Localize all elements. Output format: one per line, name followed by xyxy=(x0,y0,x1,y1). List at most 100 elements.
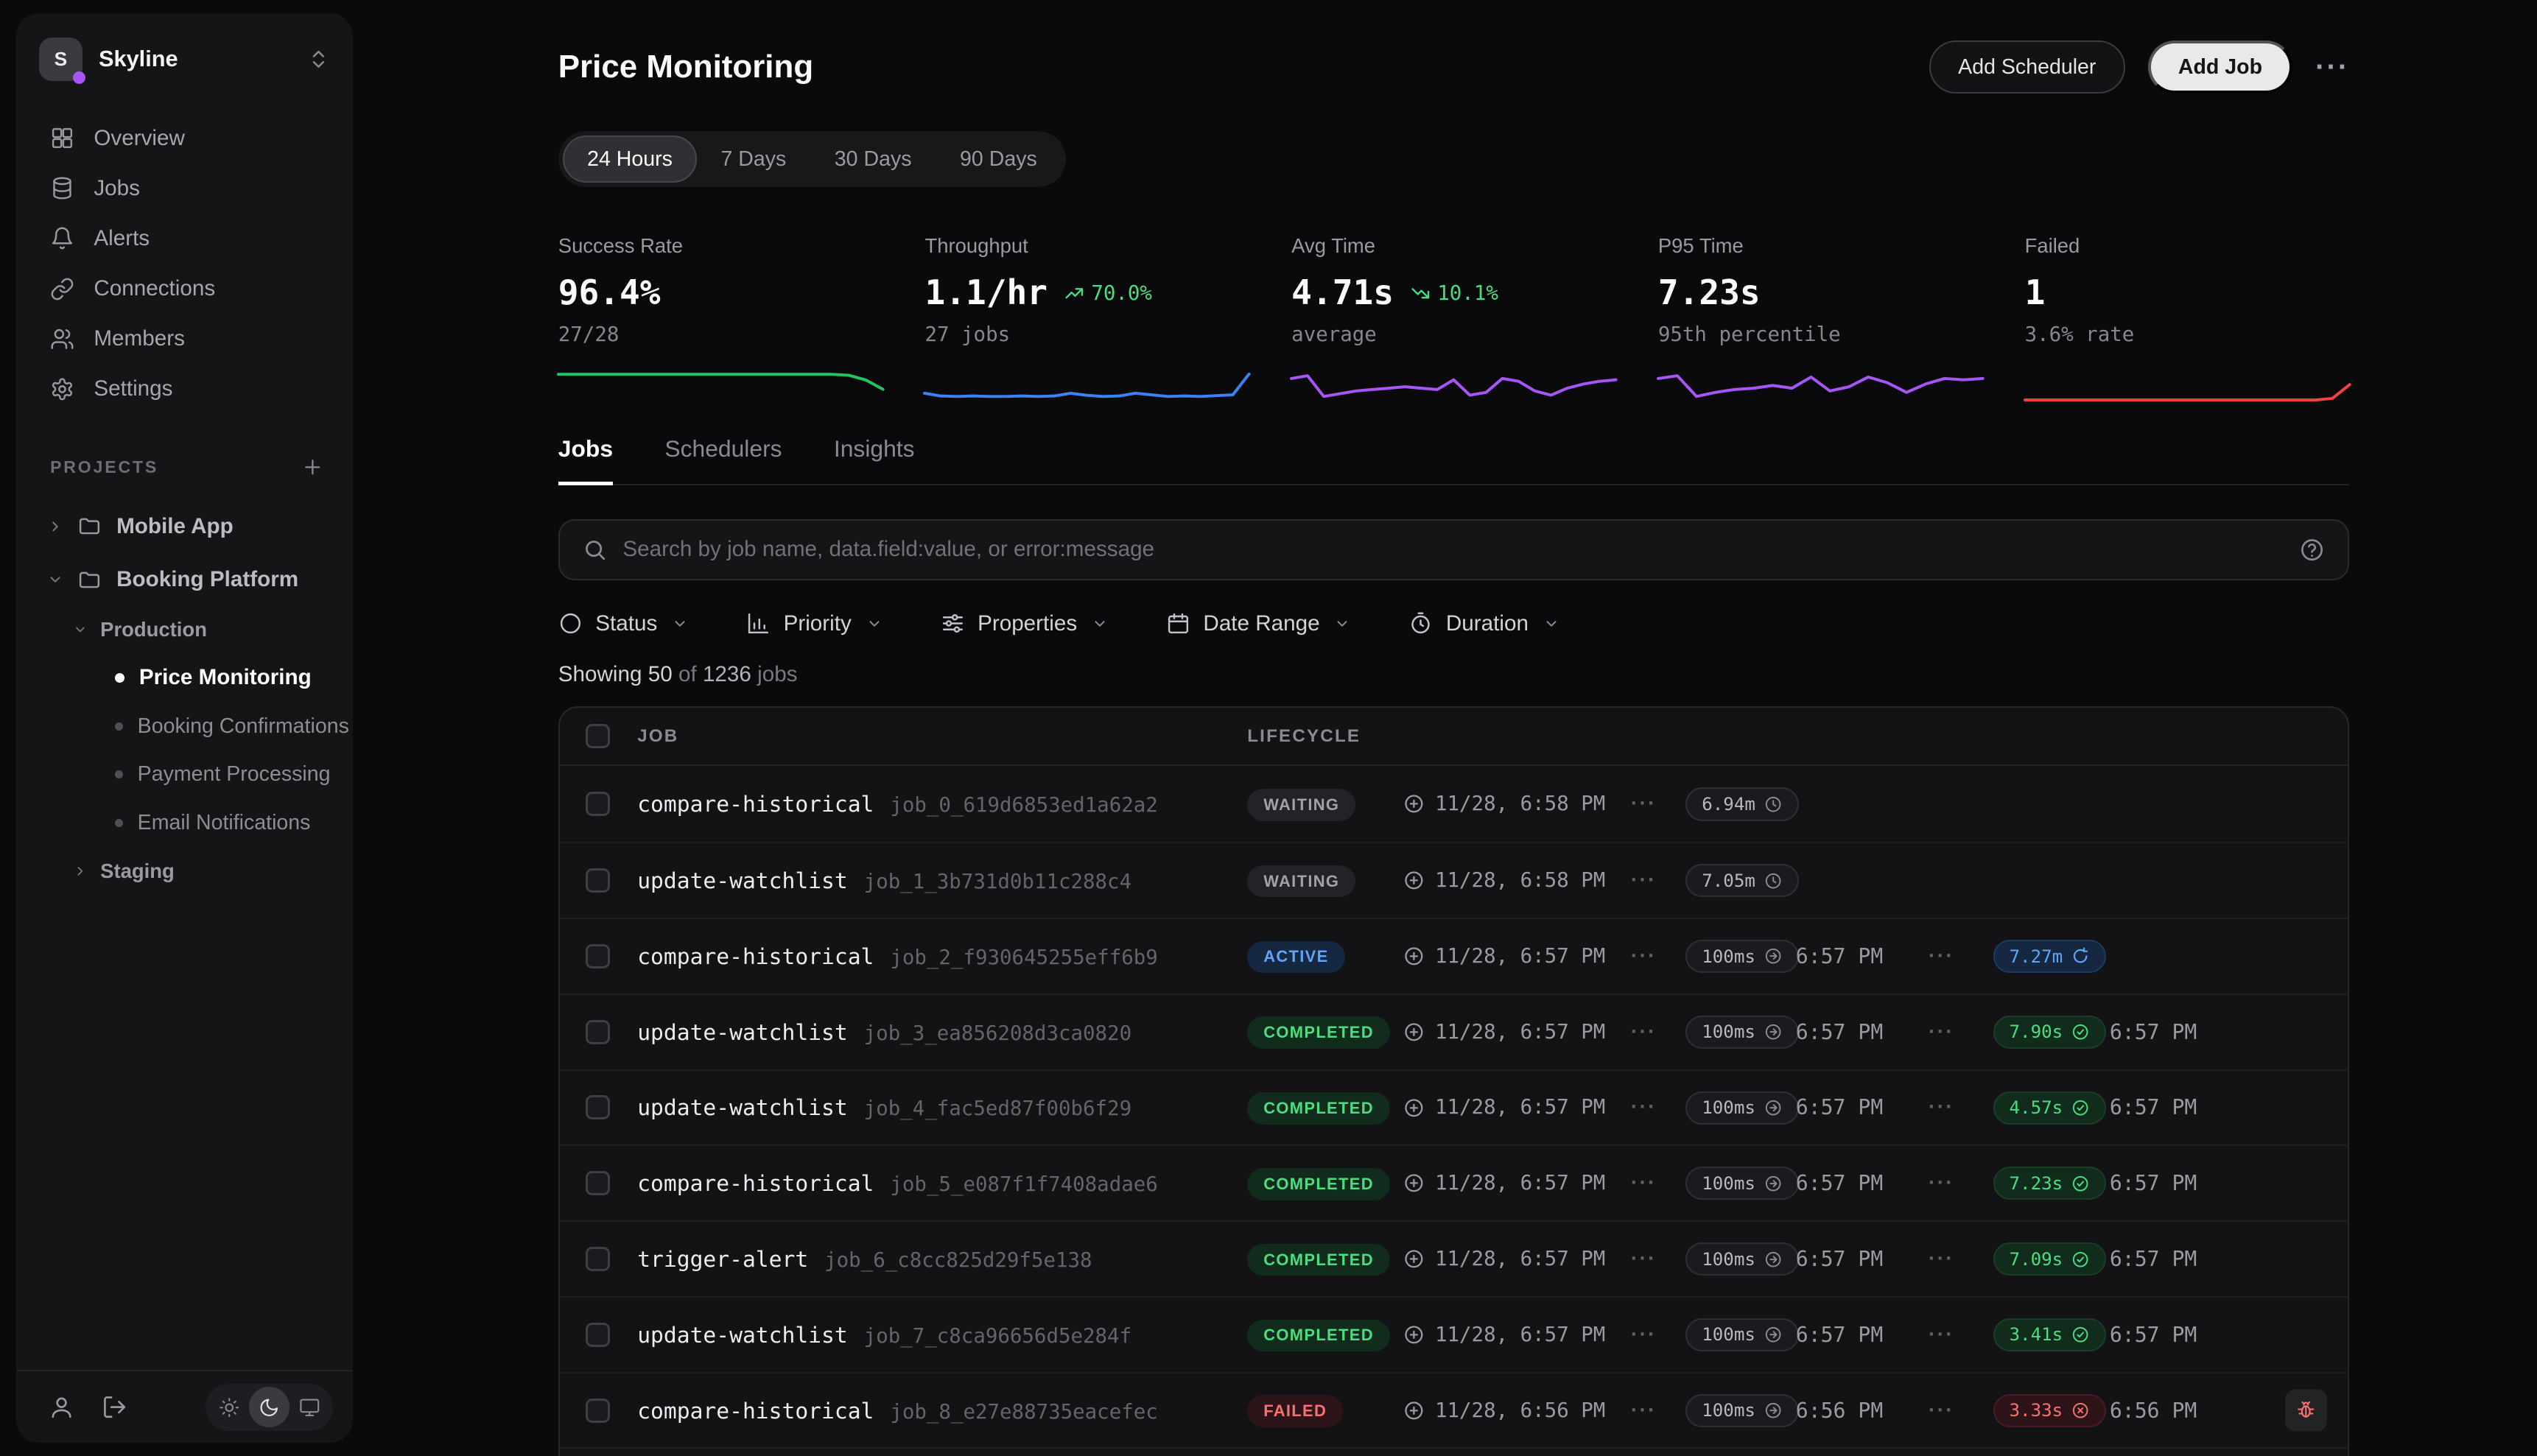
row-checkbox[interactable] xyxy=(586,1171,610,1195)
row-checkbox[interactable] xyxy=(586,1020,610,1044)
row-checkbox[interactable] xyxy=(586,868,610,893)
more-menu-button[interactable]: ··· xyxy=(2315,51,2349,84)
add-project-icon[interactable] xyxy=(301,456,324,479)
row-checkbox[interactable] xyxy=(586,1323,610,1347)
metric-label: Success Rate xyxy=(558,234,883,258)
job-cell: compare-historical job_0_619d6853ed1a62a… xyxy=(637,791,1247,817)
chevron-down-icon xyxy=(1334,616,1350,632)
env-staging[interactable]: Staging xyxy=(16,848,353,895)
run-duration: 3.41s xyxy=(2009,1324,2063,1345)
help-icon[interactable] xyxy=(2299,537,2325,563)
trend-value: 70.0% xyxy=(1091,282,1152,305)
table-row[interactable]: compare-historical job_5_e087f1f7408adae… xyxy=(560,1144,2348,1220)
filter-properties[interactable]: Properties xyxy=(941,611,1108,636)
row-checkbox[interactable] xyxy=(586,792,610,816)
range-24-hours[interactable]: 24 Hours xyxy=(563,136,696,182)
filter-label: Duration xyxy=(1446,611,1529,636)
workspace-switcher[interactable]: S Skyline xyxy=(16,13,353,94)
add-job-button[interactable]: Add Job xyxy=(2148,41,2293,94)
range-90-days[interactable]: 90 Days xyxy=(936,136,1061,182)
job-cell: compare-historical job_2_f930645255eff6b… xyxy=(637,943,1247,969)
check-circle-icon xyxy=(2071,1174,2090,1193)
row-checkbox[interactable] xyxy=(586,1399,610,1423)
row-checkbox[interactable] xyxy=(586,1095,610,1119)
system-theme-button[interactable] xyxy=(290,1387,330,1427)
bug-icon[interactable] xyxy=(2285,1389,2327,1431)
queue-duration-pill: 100ms xyxy=(1685,1091,1799,1125)
job-cell: compare-historical job_8_e27e88735eacefe… xyxy=(637,1398,1247,1424)
summary-of: of xyxy=(678,662,697,686)
sidebar-item-price-monitoring[interactable]: Price Monitoring xyxy=(16,653,353,702)
table-row[interactable]: update-watchlist job_7_c8ca96656d5e284f … xyxy=(560,1296,2348,1372)
tab-insights[interactable]: Insights xyxy=(834,435,915,484)
add-scheduler-button[interactable]: Add Scheduler xyxy=(1929,41,2125,94)
folder-icon xyxy=(77,514,102,538)
created-time: 11/28, 6:57 PM xyxy=(1435,1021,1605,1044)
sidebar-item-email-notifications[interactable]: Email Notifications xyxy=(16,799,353,848)
sidebar-item-jobs[interactable]: Jobs xyxy=(16,163,353,214)
range-7-days[interactable]: 7 Days xyxy=(697,136,810,182)
filter-status[interactable]: Status xyxy=(558,611,688,636)
job-cell: trigger-alert job_6_c8cc825d29f5e138 xyxy=(637,1246,1247,1272)
job-id: job_1_3b731d0b11c288c4 xyxy=(864,871,1131,893)
table-row[interactable]: compare-historical job_8_e27e88735eacefe… xyxy=(560,1372,2348,1448)
created-at: 11/28, 6:57 PM xyxy=(1403,1021,1631,1044)
finished-time: 6:57 PM xyxy=(2110,1095,2348,1119)
lifecycle-ellipsis: ··· xyxy=(1631,1095,1686,1119)
metric-avg-time: Avg Time 4.71s 10.1% average xyxy=(1291,234,1616,403)
plus-circle-icon xyxy=(1403,1097,1425,1119)
job-name: compare-historical xyxy=(637,1170,874,1196)
table-row[interactable]: trigger-alert job_6_c8cc825d29f5e138 COM… xyxy=(560,1220,2348,1296)
content-tabs: Jobs Schedulers Insights xyxy=(558,435,2349,485)
sidebar-item-booking-confirmations[interactable]: Booking Confirmations xyxy=(16,702,353,750)
sliders-icon xyxy=(941,611,965,636)
project-mobile-app[interactable]: Mobile App xyxy=(16,500,353,553)
queue-duration: 100ms xyxy=(1702,946,1755,967)
row-checkbox[interactable] xyxy=(586,944,610,968)
lifecycle-cell: COMPLETED 11/28, 6:57 PM ··· 100ms 6:57 … xyxy=(1247,1091,2348,1125)
column-header-lifecycle: LIFECYCLE xyxy=(1247,726,2348,747)
lifecycle-ellipsis: ··· xyxy=(1929,1323,1993,1347)
run-duration: 3.33s xyxy=(2009,1400,2063,1421)
job-id: job_6_c8cc825d29f5e138 xyxy=(824,1249,1092,1272)
tab-jobs[interactable]: Jobs xyxy=(558,435,613,484)
table-row[interactable]: update-watchlist job_4_fac5ed87f00b6f29 … xyxy=(560,1069,2348,1145)
light-theme-button[interactable] xyxy=(208,1387,249,1427)
table-row[interactable]: compare-historical job_2_f930645255eff6b… xyxy=(560,918,2348,993)
range-30-days[interactable]: 30 Days xyxy=(810,136,936,182)
filter-duration[interactable]: Duration xyxy=(1408,611,1559,636)
finished-time: 6:57 PM xyxy=(2110,1247,2348,1271)
filter-date-range[interactable]: Date Range xyxy=(1166,611,1350,636)
env-production[interactable]: Production xyxy=(16,607,353,654)
table-row[interactable]: update-watchlist job_3_ea856208d3ca0820 … xyxy=(560,993,2348,1069)
row-checkbox[interactable] xyxy=(586,1247,610,1271)
users-icon xyxy=(50,327,74,351)
job-cell: update-watchlist job_3_ea856208d3ca0820 xyxy=(637,1019,1247,1045)
logout-icon[interactable] xyxy=(102,1394,127,1420)
sidebar-item-settings[interactable]: Settings xyxy=(16,364,353,414)
trend-badge: 70.0% xyxy=(1064,282,1152,305)
chevron-right-icon xyxy=(47,518,63,535)
select-all-checkbox[interactable] xyxy=(586,724,610,748)
sidebar-item-overview[interactable]: Overview xyxy=(16,113,353,163)
filter-priority[interactable]: Priority xyxy=(746,611,882,636)
status-badge: WAITING xyxy=(1247,789,1355,821)
table-row[interactable]: check-price job_909_6880c54b84486783 COM… xyxy=(560,1447,2348,1455)
summary-count: 50 xyxy=(648,662,673,686)
lifecycle-ellipsis: ··· xyxy=(1631,1323,1686,1347)
search-input[interactable] xyxy=(622,537,2299,562)
queue-duration: 100ms xyxy=(1702,1097,1755,1118)
table-row[interactable]: compare-historical job_0_619d6853ed1a62a… xyxy=(560,766,2348,842)
dark-theme-button[interactable] xyxy=(249,1387,290,1427)
check-circle-icon xyxy=(2071,1022,2090,1041)
tab-schedulers[interactable]: Schedulers xyxy=(664,435,782,484)
sidebar-item-payment-processing[interactable]: Payment Processing xyxy=(16,750,353,799)
sidebar-item-alerts[interactable]: Alerts xyxy=(16,214,353,264)
project-booking-platform[interactable]: Booking Platform xyxy=(16,553,353,606)
sidebar-item-members[interactable]: Members xyxy=(16,314,353,364)
created-time: 11/28, 6:57 PM xyxy=(1435,1248,1605,1270)
table-row[interactable]: update-watchlist job_1_3b731d0b11c288c4 … xyxy=(560,842,2348,918)
sidebar-item-connections[interactable]: Connections xyxy=(16,264,353,314)
user-icon[interactable] xyxy=(49,1394,74,1420)
status-badge: COMPLETED xyxy=(1247,1016,1390,1049)
